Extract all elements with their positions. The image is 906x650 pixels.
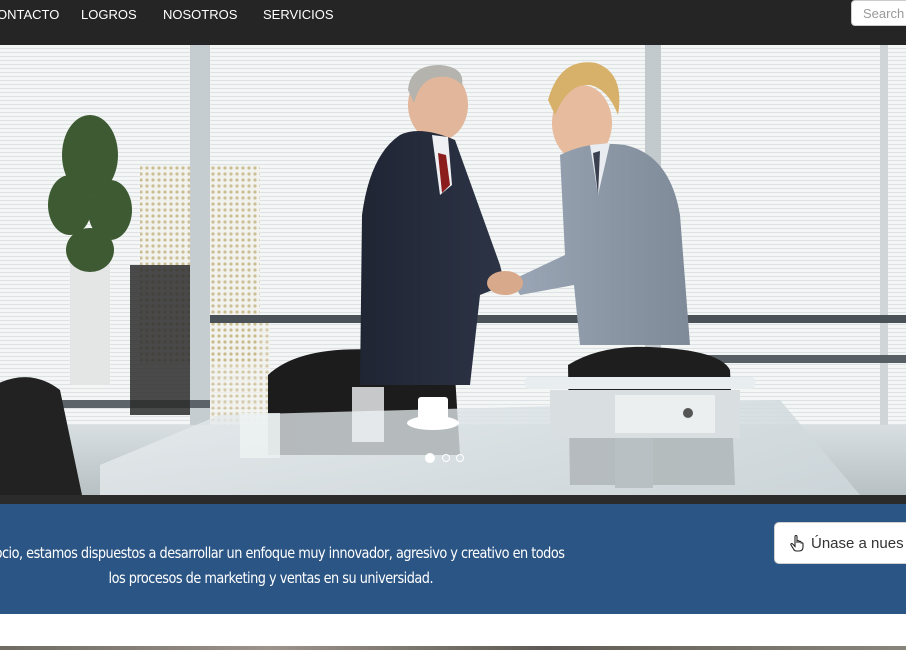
cta-text: u socio, estamos dispuestos a desarrolla…: [0, 541, 592, 591]
cta-text-line-2: los procesos de marketing y ventas en su…: [108, 569, 434, 587]
nav-link-servicios[interactable]: SERVICIOS: [263, 0, 334, 30]
nav-link-logros[interactable]: LOGROS: [81, 0, 137, 30]
carousel-indicator-3[interactable]: [456, 454, 464, 462]
nav-link-nosotros[interactable]: NOSOTROS: [163, 0, 237, 30]
join-button-label: Únase a nues: [811, 534, 904, 552]
handshake-photo: [0, 45, 906, 495]
join-button[interactable]: Únase a nues: [774, 522, 906, 564]
carousel-indicator-1[interactable]: [425, 453, 435, 463]
carousel-bottom-bar: [0, 495, 906, 504]
cta-band: u socio, estamos dispuestos a desarrolla…: [0, 504, 906, 614]
cta-text-line-1: u socio, estamos dispuestos a desarrolla…: [0, 544, 565, 562]
nav-link-contacto[interactable]: ONTACTO: [0, 0, 59, 30]
hand-pointer-icon: [789, 534, 805, 552]
next-section-strip: [0, 646, 906, 650]
search-input[interactable]: [851, 0, 906, 26]
carousel-indicator-2[interactable]: [442, 454, 450, 462]
hero-carousel[interactable]: [0, 45, 906, 495]
navbar: ONTACTO LOGROS NOSOTROS SERVICIOS: [0, 0, 906, 45]
